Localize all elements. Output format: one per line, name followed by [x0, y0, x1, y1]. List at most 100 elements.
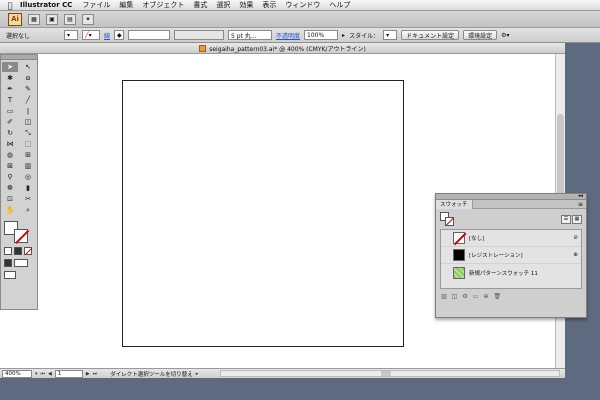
status-menu-icon[interactable]: ▸	[196, 371, 199, 377]
menu-file[interactable]: ファイル	[82, 0, 110, 10]
fill-stroke-widget[interactable]	[2, 219, 36, 245]
blend-tool-icon[interactable]: ◎	[20, 172, 36, 182]
swatch-fill-stroke-icon[interactable]	[440, 212, 454, 226]
swatches-tab-bar: スウォッチ ≡	[436, 199, 586, 209]
draw-mode-icon[interactable]	[4, 259, 12, 267]
menu-window[interactable]: ウィンドウ	[285, 0, 320, 10]
direct-selection-tool-icon[interactable]: ↖	[20, 62, 36, 72]
width-tool-icon[interactable]: ⋈	[2, 139, 18, 149]
menu-effect[interactable]: 効果	[239, 0, 253, 10]
arrange-icon[interactable]: ⚙▾	[501, 32, 509, 39]
rectangle-tool-icon[interactable]: ▭	[2, 106, 18, 116]
zoom-field[interactable]: 400%	[2, 369, 32, 378]
panel-collapse-icon[interactable]: ◂◂	[578, 193, 583, 199]
none-swatch-chip	[453, 232, 465, 244]
slice-tool-icon[interactable]: ✂	[20, 194, 36, 204]
curvature-tool-icon[interactable]: ✎	[20, 84, 36, 94]
new-color-group-icon[interactable]: ▭	[473, 293, 479, 300]
previous-artboard-icon[interactable]: ◀	[48, 371, 52, 377]
delete-swatch-icon[interactable]: 🗑	[493, 293, 501, 300]
zoom-tool-icon[interactable]: ⌕	[20, 205, 36, 215]
menu-help[interactable]: ヘルプ	[329, 0, 350, 10]
swatch-options-icon[interactable]: ⚙	[462, 293, 467, 300]
tab-swatches[interactable]: スウォッチ	[436, 199, 473, 209]
eyedropper-tool-icon[interactable]: ⚲	[2, 172, 18, 182]
bridge-icon[interactable]: ▦	[28, 13, 40, 25]
blob-brush-tool-icon[interactable]: ✐	[2, 117, 18, 127]
scale-tool-icon[interactable]: ⤡	[20, 128, 36, 138]
gradient-tool-icon[interactable]: ▥	[20, 161, 36, 171]
menu-select[interactable]: 選択	[216, 0, 230, 10]
shape-builder-tool-icon[interactable]: ◍	[2, 150, 18, 160]
artboard[interactable]	[122, 80, 404, 347]
mesh-tool-icon[interactable]: ⊠	[2, 161, 18, 171]
menu-object[interactable]: オブジェクト	[142, 0, 184, 10]
color-mode-icon[interactable]	[4, 247, 12, 255]
opacity-arrow-icon[interactable]: ▸	[342, 32, 345, 39]
arrange-documents-icon[interactable]: ▤	[64, 13, 76, 25]
stroke-weight-dropdown[interactable]	[128, 30, 171, 40]
swatch-item-none[interactable]: [なし] ⊘	[441, 230, 581, 247]
variable-width-profile[interactable]	[174, 30, 225, 40]
scrollbar-thumb[interactable]	[381, 371, 391, 376]
none-mode-icon[interactable]	[24, 247, 32, 255]
symbol-sprayer-tool-icon[interactable]: ❁	[2, 183, 18, 193]
swatch-label: [なし]	[469, 236, 485, 242]
selection-tool-icon[interactable]: ➤	[2, 62, 18, 72]
pen-tool-icon[interactable]: ✒	[2, 84, 18, 94]
draw-behind-icon[interactable]	[14, 259, 28, 267]
screen-mode-icon[interactable]	[4, 271, 16, 279]
brush-definition-dropdown[interactable]: 5 pt 丸...	[228, 30, 273, 40]
list-view-icon[interactable]: ☰	[561, 214, 571, 224]
swatch-item-registration[interactable]: [レジストレーション] ⊕	[441, 247, 581, 264]
document-setup-button[interactable]: ドキュメント設定	[401, 30, 460, 40]
artboard-tool-icon[interactable]: ⊡	[2, 194, 18, 204]
eraser-tool-icon[interactable]: ◫	[20, 117, 36, 127]
hand-tool-icon[interactable]: ✋	[2, 205, 18, 215]
free-transform-tool-icon[interactable]: ⬚	[20, 139, 36, 149]
first-artboard-icon[interactable]: ⏮	[41, 371, 46, 377]
thumbnail-view-icon[interactable]: ▦	[572, 214, 582, 224]
horizontal-scrollbar[interactable]	[220, 370, 560, 377]
swatch-item-pattern[interactable]: 新規パターンスウォッチ 11	[441, 264, 581, 281]
line-tool-icon[interactable]: ╱	[20, 95, 36, 105]
stroke-weight-stepper[interactable]: ◆	[114, 30, 125, 40]
swatch-libraries-icon[interactable]: ▥	[441, 293, 447, 300]
opacity-link[interactable]: 不透明度	[276, 31, 300, 40]
document-file-icon	[199, 44, 207, 52]
menu-type[interactable]: 書式	[193, 0, 207, 10]
graphic-style-dropdown[interactable]: ▾	[383, 30, 398, 40]
menu-view[interactable]: 表示	[262, 0, 276, 10]
magic-wand-tool-icon[interactable]: ✱	[2, 73, 18, 83]
swatches-panel-handle[interactable]: ◂◂	[436, 193, 586, 200]
last-artboard-icon[interactable]: ⏭	[93, 371, 98, 377]
status-text: ダイレクト選択ツールを切り替え	[110, 371, 193, 378]
preferences-button[interactable]: 環境設定	[463, 30, 498, 40]
menu-edit[interactable]: 編集	[119, 0, 133, 10]
gpu-performance-icon[interactable]: ✦	[82, 13, 94, 25]
zoom-dropdown-icon[interactable]: ▾	[35, 371, 38, 377]
stroke-color-selector[interactable]: ╱ ▾	[82, 30, 101, 40]
paintbrush-tool-icon[interactable]: ǀ	[20, 106, 36, 116]
swatches-bottom-bar: ▥ ◫ ⚙ ▭ ⊕ 🗑	[436, 289, 586, 303]
opacity-field[interactable]: 100%	[304, 30, 339, 40]
new-swatch-icon[interactable]: ⊕	[483, 293, 488, 300]
artboard-number-field[interactable]: 1	[54, 369, 83, 378]
perspective-grid-tool-icon[interactable]: ⊞	[20, 150, 36, 160]
rotate-tool-icon[interactable]: ↻	[2, 128, 18, 138]
mac-menubar:  Illustrator CC ファイル 編集 オブジェクト 書式 選択 効果…	[0, 0, 600, 11]
stroke-link[interactable]: 線	[104, 31, 110, 40]
show-swatch-kinds-icon[interactable]: ◫	[452, 293, 458, 300]
stroke-swatch[interactable]	[14, 229, 28, 243]
type-tool-icon[interactable]: T	[2, 95, 18, 105]
stock-icon[interactable]: ▣	[46, 13, 58, 25]
document-tab[interactable]: seigaiha_pattern03.ai* @ 400% (CMYK/アウトラ…	[0, 43, 565, 54]
column-graph-tool-icon[interactable]: ▮	[20, 183, 36, 193]
lasso-tool-icon[interactable]: ɷ	[20, 73, 36, 83]
panel-menu-icon[interactable]: ≡	[578, 201, 583, 208]
apple-menu-icon[interactable]: 	[0, 1, 20, 10]
next-artboard-icon[interactable]: ▶	[86, 371, 90, 377]
gradient-mode-icon[interactable]	[14, 247, 22, 255]
app-menu[interactable]: Illustrator CC	[20, 1, 72, 9]
fill-color-selector[interactable]: ▾	[64, 30, 79, 40]
